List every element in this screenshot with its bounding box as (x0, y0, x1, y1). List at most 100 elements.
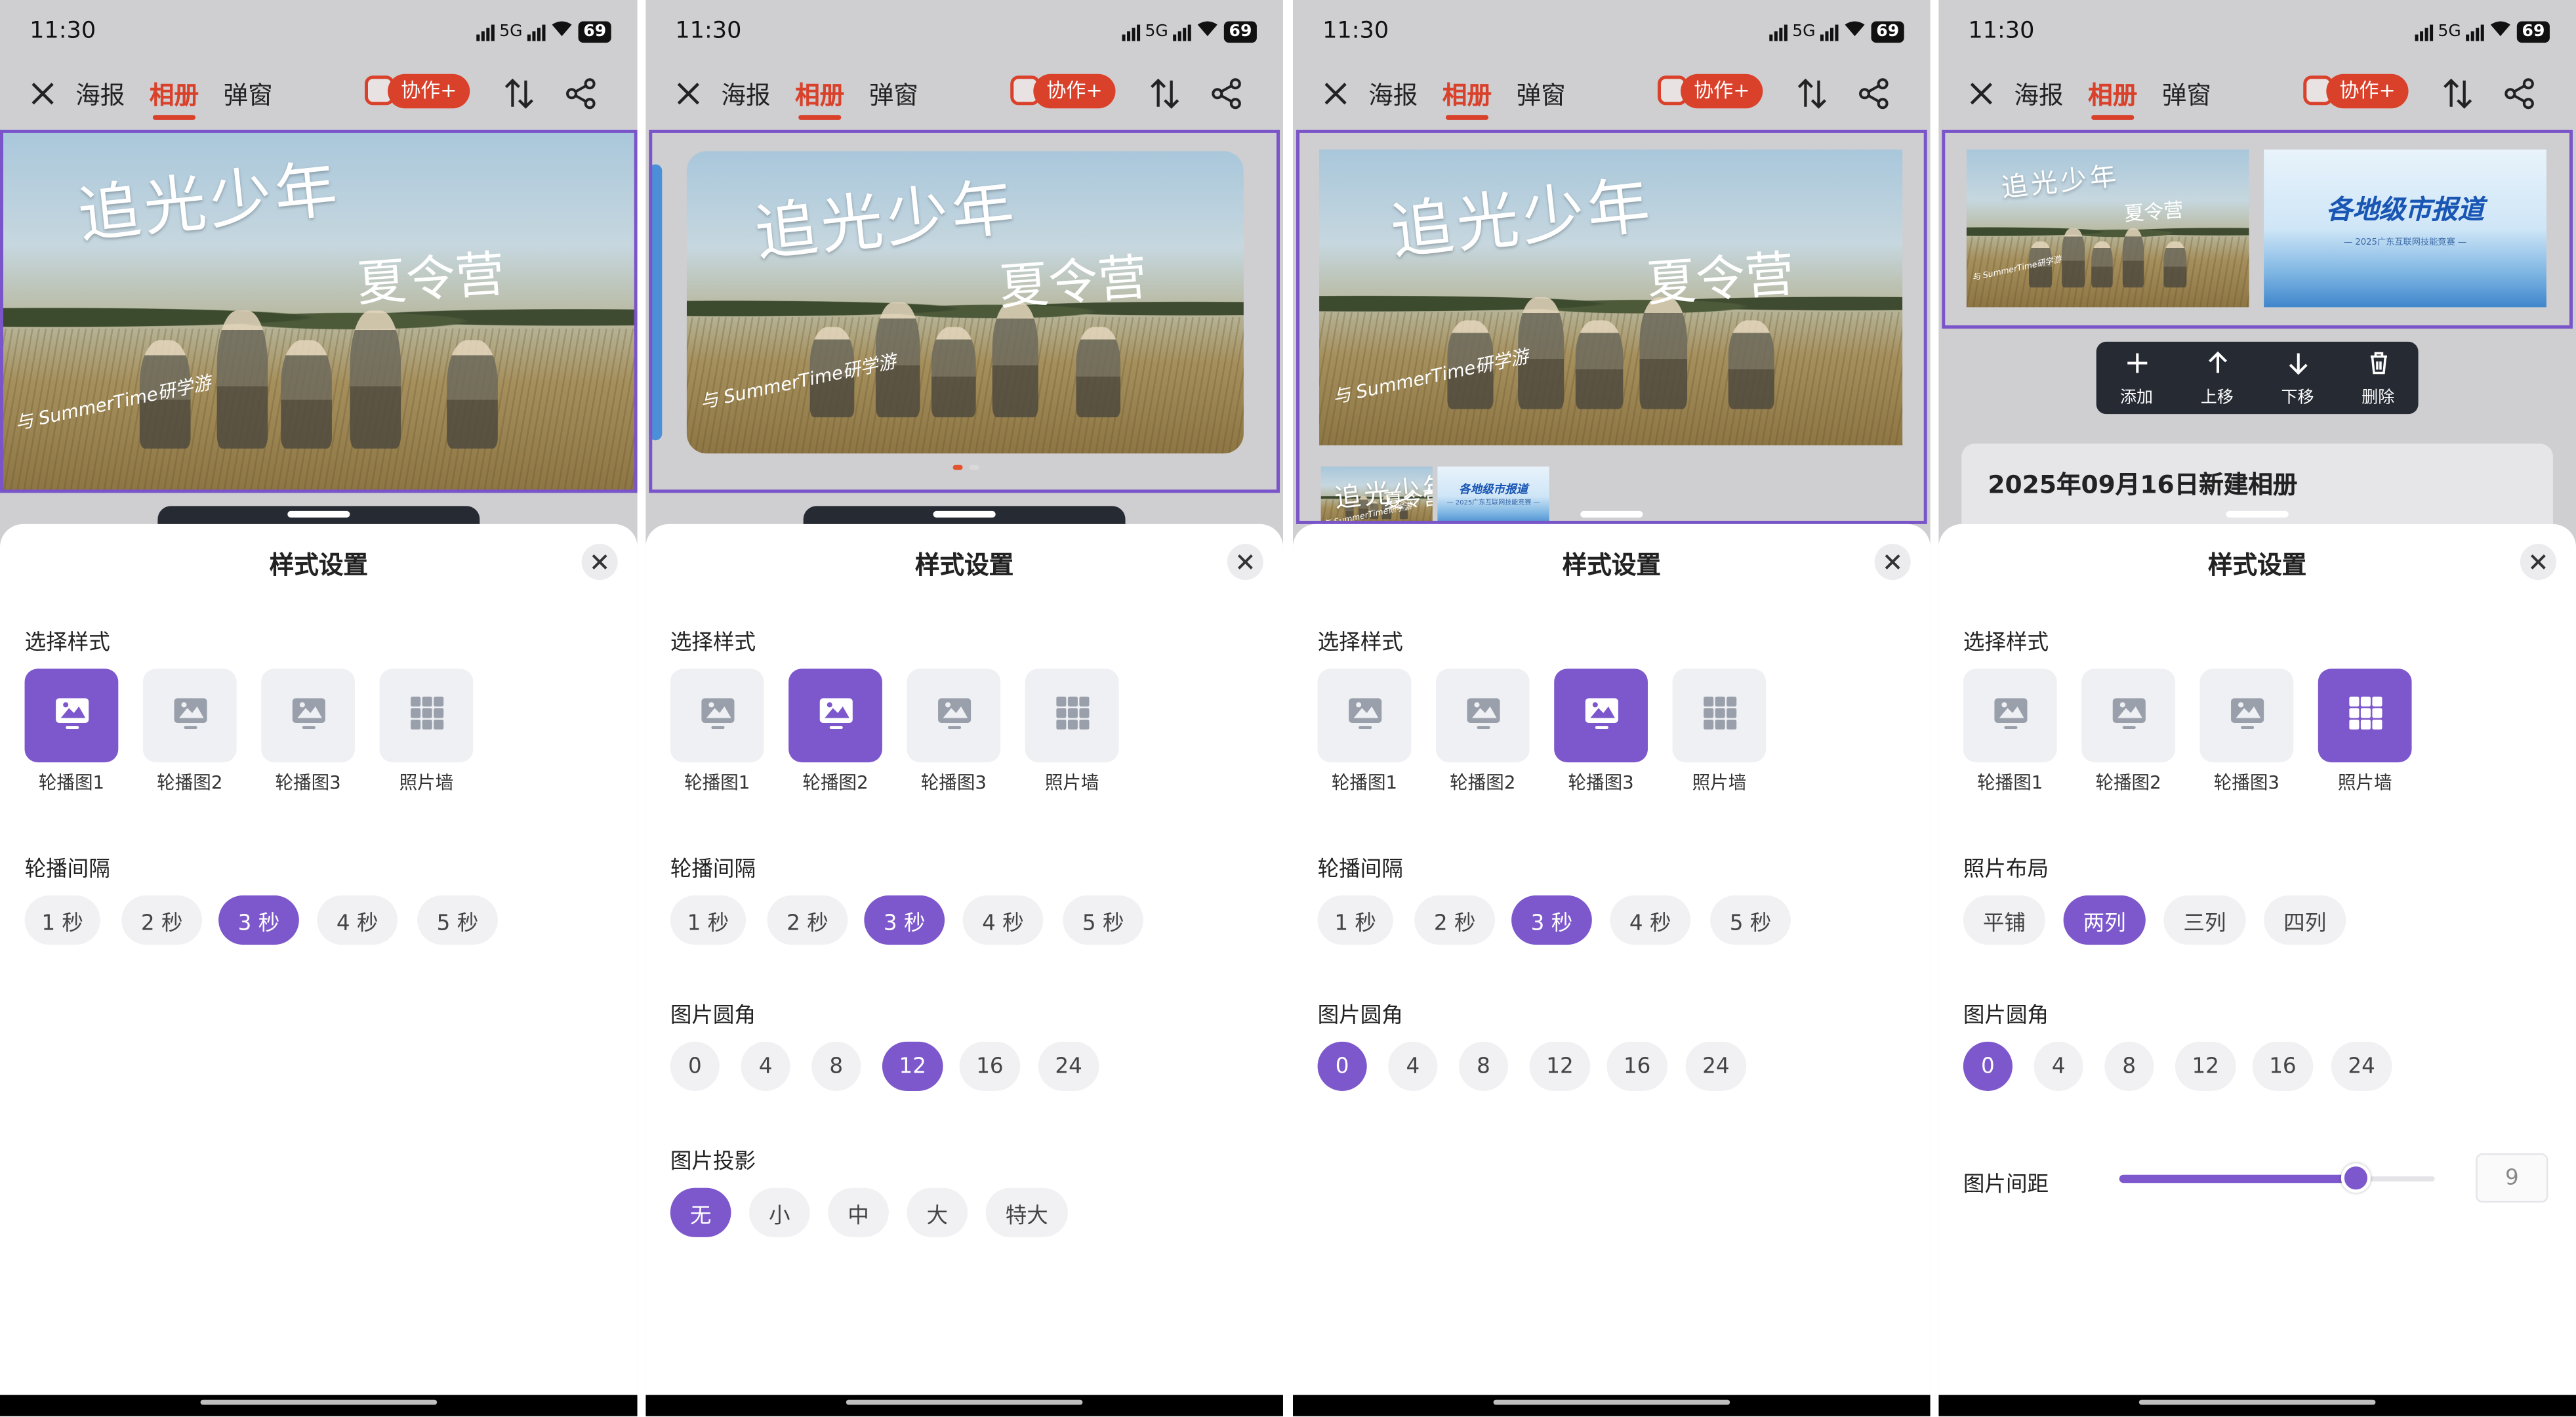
style-option-3[interactable]: 照片墙 (1672, 668, 1767, 795)
close-icon[interactable] (1965, 77, 1997, 110)
radius-chip-5[interactable]: 24 (1685, 1041, 1747, 1091)
radius-chip-5[interactable]: 24 (1038, 1041, 1099, 1091)
style-tile[interactable] (788, 668, 882, 763)
radius-chip-0[interactable]: 0 (1317, 1041, 1367, 1091)
radius-chip-3[interactable]: 12 (882, 1041, 943, 1091)
style-tile[interactable] (1554, 668, 1648, 763)
layout-chip-2[interactable]: 三列 (2163, 895, 2246, 945)
radius-chip-1[interactable]: 4 (2034, 1041, 2083, 1091)
style-option-0[interactable]: 轮播图1 (1963, 668, 2057, 795)
share-icon[interactable] (563, 75, 600, 112)
radius-chip-4[interactable]: 16 (959, 1041, 1021, 1091)
radius-chip-2[interactable]: 8 (811, 1041, 861, 1091)
radius-chip-4[interactable]: 16 (2252, 1041, 2314, 1091)
sheet-drag-handle[interactable] (1580, 510, 1643, 518)
tab-1[interactable]: 相册 (150, 77, 199, 112)
interval-chip-1[interactable]: 2 秒 (1414, 895, 1496, 945)
interval-chip-1[interactable]: 2 秒 (767, 895, 848, 945)
sheet-drag-handle[interactable] (287, 510, 350, 518)
radius-chip-1[interactable]: 4 (741, 1041, 790, 1091)
style-tile[interactable] (2318, 668, 2412, 763)
style-option-0[interactable]: 轮播图1 (24, 668, 119, 795)
sheet-close-button[interactable] (1874, 543, 1911, 581)
share-icon[interactable] (1856, 75, 1892, 112)
radius-chip-3[interactable]: 12 (2175, 1041, 2236, 1091)
interval-chip-3[interactable]: 4 秒 (962, 895, 1044, 945)
sort-icon[interactable] (1794, 75, 1830, 112)
shadow-chip-4[interactable]: 特大 (985, 1187, 1068, 1237)
style-tile[interactable] (261, 668, 355, 763)
shadow-chip-1[interactable]: 小 (749, 1187, 810, 1237)
radius-chip-2[interactable]: 8 (2104, 1041, 2154, 1091)
radius-chip-2[interactable]: 8 (1458, 1041, 1509, 1091)
interval-chip-4[interactable]: 5 秒 (1063, 895, 1144, 945)
style-tile[interactable] (2199, 668, 2294, 763)
style-option-3[interactable]: 照片墙 (2318, 668, 2412, 795)
interval-chip-3[interactable]: 4 秒 (317, 895, 398, 945)
collab-button[interactable]: 协作+ (1010, 72, 1116, 108)
shadow-chip-2[interactable]: 中 (828, 1187, 889, 1237)
collab-button[interactable]: 协作+ (2303, 72, 2409, 108)
tab-0[interactable]: 海报 (2014, 77, 2063, 112)
action-plus[interactable]: 添加 (2120, 349, 2153, 407)
interval-chip-3[interactable]: 4 秒 (1610, 895, 1691, 945)
sheet-close-button[interactable] (581, 543, 618, 581)
style-tile[interactable] (379, 668, 474, 763)
sheet-close-button[interactable] (2520, 543, 2556, 581)
style-option-1[interactable]: 轮播图2 (142, 668, 237, 795)
home-indicator[interactable] (1493, 1399, 1730, 1405)
radius-chip-0[interactable]: 0 (670, 1041, 720, 1091)
style-tile[interactable] (1435, 668, 1530, 763)
interval-chip-4[interactable]: 5 秒 (417, 895, 498, 945)
style-tile[interactable] (2081, 668, 2175, 763)
style-option-1[interactable]: 轮播图2 (1435, 668, 1530, 795)
style-tile[interactable] (670, 668, 764, 763)
style-tile[interactable] (1672, 668, 1767, 763)
style-option-2[interactable]: 轮播图3 (907, 668, 1001, 795)
interval-chip-0[interactable]: 1 秒 (1317, 895, 1393, 945)
layout-chip-3[interactable]: 四列 (2264, 895, 2346, 945)
style-tile[interactable] (907, 668, 1001, 763)
tab-0[interactable]: 海报 (75, 77, 125, 112)
close-icon[interactable] (1319, 77, 1352, 110)
collab-button[interactable]: 协作+ (364, 72, 470, 108)
interval-chip-0[interactable]: 1 秒 (24, 895, 100, 945)
home-indicator[interactable] (2138, 1399, 2376, 1405)
style-option-0[interactable]: 轮播图1 (1317, 668, 1412, 795)
interval-chip-1[interactable]: 2 秒 (121, 895, 203, 945)
style-tile[interactable] (1025, 668, 1119, 763)
radius-chip-0[interactable]: 0 (1963, 1041, 2013, 1091)
interval-chip-4[interactable]: 5 秒 (1710, 895, 1791, 945)
action-trash[interactable]: 删除 (2361, 349, 2394, 407)
sheet-drag-handle[interactable] (933, 510, 996, 518)
style-tile[interactable] (1963, 668, 2057, 763)
home-indicator[interactable] (846, 1399, 1083, 1405)
sheet-close-button[interactable] (1227, 543, 1263, 581)
spacing-value-field[interactable]: 9 (2476, 1153, 2548, 1203)
tab-2[interactable]: 弹窗 (869, 77, 918, 112)
tab-1[interactable]: 相册 (1442, 77, 1492, 112)
radius-chip-4[interactable]: 16 (1606, 1041, 1668, 1091)
style-option-1[interactable]: 轮播图2 (2081, 668, 2175, 795)
layout-chip-1[interactable]: 两列 (2063, 895, 2146, 945)
sort-icon[interactable] (501, 75, 537, 112)
share-icon[interactable] (2502, 75, 2538, 112)
tab-2[interactable]: 弹窗 (2162, 77, 2211, 112)
style-option-0[interactable]: 轮播图1 (670, 668, 764, 795)
interval-chip-2[interactable]: 3 秒 (1511, 895, 1592, 945)
collab-button[interactable]: 协作+ (1658, 72, 1763, 108)
shadow-chip-3[interactable]: 大 (907, 1187, 968, 1237)
sheet-drag-handle[interactable] (2226, 510, 2289, 518)
style-option-1[interactable]: 轮播图2 (788, 668, 882, 795)
style-tile[interactable] (1317, 668, 1412, 763)
share-icon[interactable] (1209, 75, 1245, 112)
spacing-slider-knob[interactable] (2341, 1163, 2371, 1193)
close-icon[interactable] (26, 77, 59, 110)
interval-chip-2[interactable]: 3 秒 (864, 895, 945, 945)
style-option-2[interactable]: 轮播图3 (1554, 668, 1648, 795)
sort-icon[interactable] (1147, 75, 1183, 112)
layout-chip-0[interactable]: 平铺 (1963, 895, 2046, 945)
close-icon[interactable] (672, 77, 705, 110)
home-indicator[interactable] (200, 1399, 438, 1405)
tab-0[interactable]: 海报 (1368, 77, 1418, 112)
